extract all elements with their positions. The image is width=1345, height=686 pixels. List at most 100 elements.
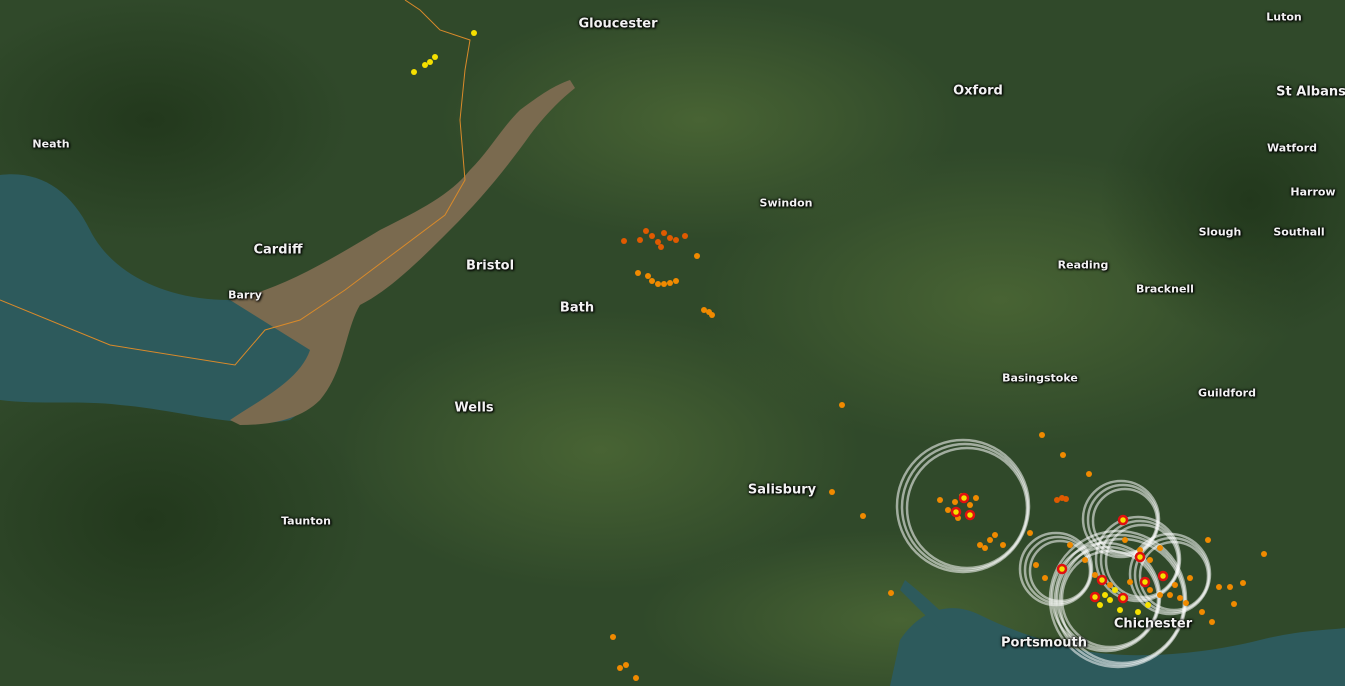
- fire-marker[interactable]: [1107, 582, 1113, 588]
- place-label-oxford: Oxford: [953, 83, 1003, 99]
- fire-marker[interactable]: [1117, 607, 1123, 613]
- fire-marker[interactable]: [635, 270, 641, 276]
- fire-marker[interactable]: [1033, 562, 1039, 568]
- fire-marker[interactable]: [1167, 592, 1173, 598]
- fire-marker[interactable]: [1145, 602, 1151, 608]
- fire-marker[interactable]: [655, 239, 661, 245]
- fire-marker[interactable]: [1000, 542, 1006, 548]
- place-label-chichester: Chichester: [1113, 616, 1193, 632]
- fire-marker[interactable]: [649, 233, 655, 239]
- hotspot-marker[interactable]: [950, 506, 962, 518]
- fire-marker[interactable]: [1086, 471, 1092, 477]
- fire-marker[interactable]: [1227, 584, 1233, 590]
- fire-marker[interactable]: [1112, 587, 1118, 593]
- fire-marker[interactable]: [1240, 580, 1246, 586]
- fire-marker[interactable]: [1147, 587, 1153, 593]
- fire-marker[interactable]: [673, 237, 679, 243]
- place-label-neath: Neath: [32, 137, 70, 151]
- fire-marker[interactable]: [621, 238, 627, 244]
- fire-marker[interactable]: [637, 237, 643, 243]
- fire-marker[interactable]: [1060, 452, 1066, 458]
- fire-marker[interactable]: [1039, 432, 1045, 438]
- fire-marker[interactable]: [655, 281, 661, 287]
- fire-marker[interactable]: [1027, 530, 1033, 536]
- fire-marker[interactable]: [1172, 582, 1178, 588]
- fire-marker[interactable]: [422, 62, 428, 68]
- fire-marker[interactable]: [661, 281, 667, 287]
- fire-marker[interactable]: [1216, 584, 1222, 590]
- place-label-taunton: Taunton: [281, 514, 331, 528]
- fire-marker[interactable]: [610, 634, 616, 640]
- hotspot-marker[interactable]: [1117, 592, 1129, 604]
- fire-marker[interactable]: [1147, 557, 1153, 563]
- marker-layer: [411, 30, 1267, 681]
- fire-marker[interactable]: [1067, 542, 1073, 548]
- fire-marker[interactable]: [709, 312, 715, 318]
- fire-marker[interactable]: [661, 230, 667, 236]
- fire-marker[interactable]: [471, 30, 477, 36]
- fire-marker[interactable]: [411, 69, 417, 75]
- fire-marker[interactable]: [1209, 619, 1215, 625]
- fire-marker[interactable]: [667, 280, 673, 286]
- fire-marker[interactable]: [1231, 601, 1237, 607]
- hotspot-marker[interactable]: [958, 492, 970, 504]
- fire-marker[interactable]: [1261, 551, 1267, 557]
- fire-marker[interactable]: [1183, 600, 1189, 606]
- hotspot-marker[interactable]: [964, 509, 976, 521]
- fire-marker[interactable]: [1135, 609, 1141, 615]
- hotspot-marker[interactable]: [1134, 551, 1146, 563]
- fire-marker[interactable]: [1042, 575, 1048, 581]
- hotspot-marker[interactable]: [1096, 574, 1108, 586]
- fire-marker[interactable]: [992, 532, 998, 538]
- place-label-swindon: Swindon: [759, 196, 813, 210]
- fire-marker[interactable]: [1082, 557, 1088, 563]
- fire-marker[interactable]: [860, 513, 866, 519]
- hotspot-marker[interactable]: [1157, 570, 1169, 582]
- fire-marker[interactable]: [1187, 575, 1193, 581]
- fire-marker[interactable]: [645, 273, 651, 279]
- place-label-guildford: Guildford: [1198, 386, 1256, 400]
- fire-marker[interactable]: [945, 507, 951, 513]
- fire-marker[interactable]: [633, 675, 639, 681]
- fire-marker[interactable]: [1199, 609, 1205, 615]
- fire-marker[interactable]: [973, 495, 979, 501]
- fire-marker[interactable]: [1157, 545, 1163, 551]
- fire-marker[interactable]: [643, 228, 649, 234]
- hotspot-marker[interactable]: [1117, 514, 1129, 526]
- fire-marker[interactable]: [952, 499, 958, 505]
- fire-marker[interactable]: [1157, 592, 1163, 598]
- fire-marker[interactable]: [694, 253, 700, 259]
- hotspot-marker[interactable]: [1139, 576, 1151, 588]
- fire-marker[interactable]: [649, 278, 655, 284]
- fire-marker[interactable]: [1177, 595, 1183, 601]
- fire-marker[interactable]: [623, 662, 629, 668]
- fire-marker[interactable]: [967, 502, 973, 508]
- fire-marker[interactable]: [987, 537, 993, 543]
- fire-marker[interactable]: [839, 402, 845, 408]
- fire-marker[interactable]: [829, 489, 835, 495]
- hotspot-marker[interactable]: [1056, 563, 1068, 575]
- fire-marker[interactable]: [977, 542, 983, 548]
- fire-marker[interactable]: [682, 233, 688, 239]
- fire-marker[interactable]: [1097, 602, 1103, 608]
- map-view[interactable]: Gloucester Luton Oxford St Albans Neath Watfo…: [0, 0, 1345, 686]
- fire-marker[interactable]: [1127, 579, 1133, 585]
- place-label-gloucester: Gloucester: [578, 16, 658, 32]
- fire-marker[interactable]: [982, 545, 988, 551]
- fire-marker[interactable]: [432, 54, 438, 60]
- fire-marker[interactable]: [658, 244, 664, 250]
- fire-marker[interactable]: [673, 278, 679, 284]
- fire-marker[interactable]: [1102, 592, 1108, 598]
- fire-marker[interactable]: [888, 590, 894, 596]
- hotspot-marker[interactable]: [1089, 591, 1101, 603]
- place-label-wells: Wells: [454, 400, 494, 416]
- fire-marker[interactable]: [1063, 496, 1069, 502]
- fire-marker[interactable]: [427, 59, 433, 65]
- fire-marker[interactable]: [937, 497, 943, 503]
- fire-marker[interactable]: [1092, 572, 1098, 578]
- fire-marker[interactable]: [1107, 597, 1113, 603]
- fire-marker[interactable]: [1205, 537, 1211, 543]
- fire-marker[interactable]: [617, 665, 623, 671]
- fire-marker[interactable]: [667, 235, 673, 241]
- fire-marker[interactable]: [1122, 537, 1128, 543]
